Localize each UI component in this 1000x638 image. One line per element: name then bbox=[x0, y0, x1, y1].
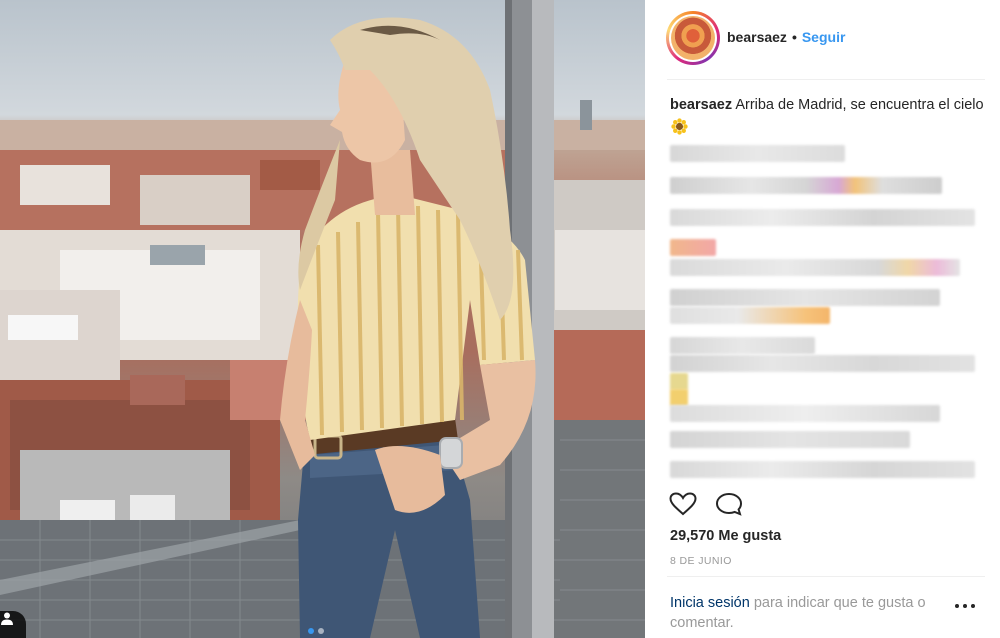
blurred-comment-line bbox=[670, 145, 845, 162]
blurred-comment-line bbox=[670, 405, 940, 422]
caption-text: Arriba de Madrid, se encuentra el cielo bbox=[735, 97, 984, 113]
post-caption: bearsaez Arriba de Madrid, se encuentra … bbox=[670, 94, 988, 140]
header-user-row: bearsaez • Seguir bbox=[727, 29, 845, 45]
blurred-comment-line bbox=[670, 389, 688, 406]
comment-icon bbox=[715, 492, 743, 516]
carousel-dot-active bbox=[308, 628, 314, 634]
follow-button[interactable]: Seguir bbox=[802, 29, 846, 45]
blurred-comment-line bbox=[670, 307, 830, 324]
blurred-comment-line bbox=[670, 239, 716, 256]
blurred-comment-line bbox=[670, 373, 688, 390]
caption-username[interactable]: bearsaez bbox=[670, 97, 732, 113]
post-sidebar: bearsaez • Seguir bearsaez Arriba de Mad… bbox=[645, 0, 1000, 638]
login-link[interactable]: Inicia sesión bbox=[670, 595, 750, 611]
post-date[interactable]: 8 DE JUNIO bbox=[670, 555, 732, 567]
comment-button[interactable] bbox=[715, 492, 745, 516]
blurred-comment-line bbox=[670, 355, 975, 372]
likes-count[interactable]: 29,570 Me gusta bbox=[670, 528, 781, 544]
login-prompt: Inicia sesión para indicar que te gusta … bbox=[670, 593, 960, 633]
post-photo[interactable] bbox=[0, 0, 645, 638]
user-tag-button[interactable] bbox=[0, 611, 26, 638]
blurred-comment-line bbox=[670, 177, 942, 194]
username-link[interactable]: bearsaez bbox=[727, 29, 787, 45]
blurred-comments bbox=[670, 143, 990, 483]
blurred-comment-line bbox=[670, 431, 910, 448]
footer-divider bbox=[667, 576, 985, 577]
avatar bbox=[671, 16, 715, 60]
sunflower-emoji-icon bbox=[671, 118, 688, 135]
post-header: bearsaez • Seguir bbox=[645, 0, 1000, 80]
more-options-icon[interactable] bbox=[955, 604, 977, 610]
blurred-comment-line bbox=[670, 289, 940, 306]
blurred-comment-line bbox=[670, 209, 975, 226]
blurred-comment-line bbox=[670, 461, 975, 478]
user-tag-icon bbox=[1, 612, 13, 625]
heart-icon bbox=[669, 492, 697, 516]
header-separator: • bbox=[791, 29, 797, 45]
photo-illustration bbox=[0, 0, 645, 638]
blurred-comment-line bbox=[670, 337, 815, 354]
like-button[interactable] bbox=[669, 492, 699, 516]
post-actions bbox=[669, 492, 745, 516]
carousel-dot bbox=[318, 628, 324, 634]
header-divider bbox=[667, 79, 985, 80]
avatar-story-ring[interactable] bbox=[666, 11, 720, 65]
carousel-indicator bbox=[308, 628, 324, 634]
blurred-comment-line bbox=[670, 259, 960, 276]
